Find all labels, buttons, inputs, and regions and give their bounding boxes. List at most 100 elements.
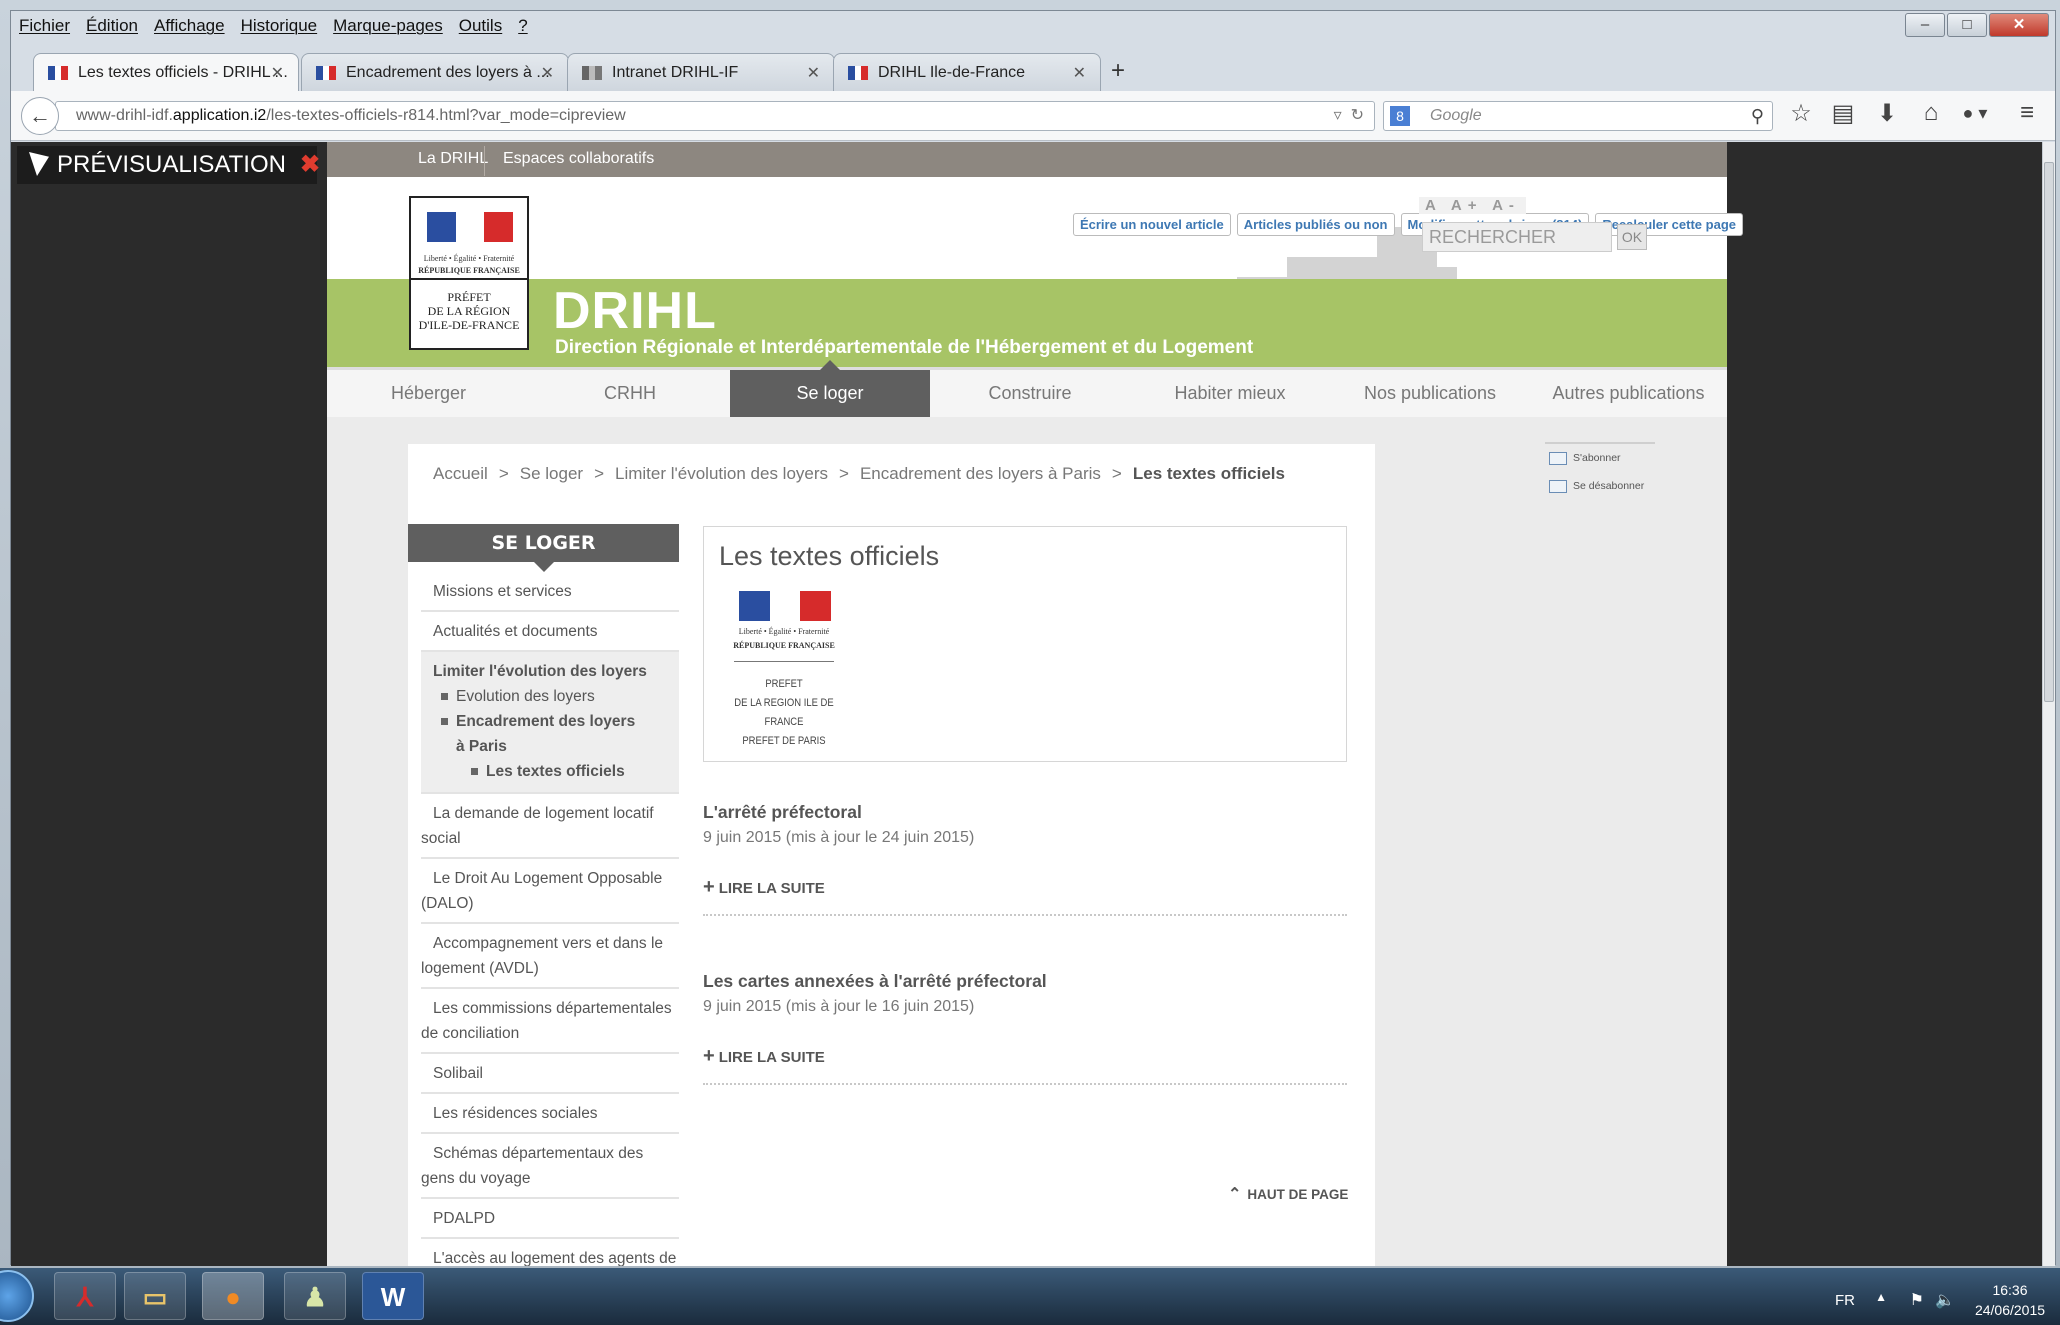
side-item-residences[interactable]: Les résidences sociales <box>421 1094 679 1134</box>
scrollbar-thumb[interactable] <box>2044 162 2054 702</box>
side-item-missions[interactable]: Missions et services <box>421 572 679 612</box>
menu-affichage[interactable]: Affichage <box>154 16 225 36</box>
menu-help[interactable]: ? <box>518 16 527 36</box>
write-article-button[interactable]: Écrire un nouvel article <box>1072 213 1231 236</box>
maximize-button[interactable]: □ <box>1947 13 1987 37</box>
start-button-icon[interactable] <box>0 1270 34 1322</box>
nav-crhh[interactable]: CRHH <box>530 370 730 417</box>
link-espaces-collaboratifs[interactable]: Espaces collaboratifs <box>503 150 654 168</box>
unsubscribe-link[interactable]: Se désabonner <box>1549 472 1659 500</box>
tab-close-icon[interactable]: ✕ <box>1073 63 1086 83</box>
search-bar[interactable]: 8 Google ⚲ <box>1383 101 1773 131</box>
back-arrow-icon[interactable]: ← <box>21 97 59 135</box>
clock[interactable]: 16:36 24/06/2015 <box>1970 1280 2050 1320</box>
menu-fichier[interactable]: Fichier <box>19 16 70 36</box>
menu-marque-pages[interactable]: Marque-pages <box>333 16 443 36</box>
nav-nos-publications[interactable]: Nos publications <box>1330 370 1530 417</box>
tab-label: Encadrement des loyers à ... <box>346 63 550 81</box>
nav-autres-publications[interactable]: Autres publications <box>1530 370 1727 417</box>
read-more-link[interactable]: + LIRE LA SUITE <box>703 876 825 899</box>
firefox-icon[interactable]: ● <box>202 1272 264 1320</box>
side-item-textes-officiels[interactable]: Les textes officiels <box>486 763 625 780</box>
link-la-drihl[interactable]: La DRIHL <box>418 150 488 168</box>
side-item-commissions[interactable]: Les commissions départementales de conci… <box>421 989 679 1054</box>
plus-icon: + <box>703 876 715 898</box>
clock-time: 16:36 <box>1992 1282 2028 1298</box>
tab-close-icon[interactable]: ✕ <box>271 63 284 83</box>
article-title[interactable]: L'arrêté préfectoral <box>703 802 1347 823</box>
side-item-actualites[interactable]: Actualités et documents <box>421 612 679 652</box>
download-icon[interactable]: ⬇ <box>1869 99 1905 128</box>
reload-icon[interactable]: ▿ ↻ <box>1334 102 1364 130</box>
bookmark-star-icon[interactable]: ☆ <box>1783 99 1819 128</box>
file-explorer-icon[interactable]: ▭ <box>124 1272 186 1320</box>
tab-label: Intranet DRIHL-IF <box>612 63 739 81</box>
side-item-pdalpd[interactable]: PDALPD <box>421 1199 679 1239</box>
new-tab-plus-icon[interactable]: + <box>1111 57 1125 85</box>
volume-icon[interactable]: 🔈 <box>1935 1290 1955 1310</box>
logo-republique: RÉPUBLIQUE FRANÇAISE <box>418 266 520 275</box>
nav-se-loger[interactable]: Se loger <box>730 360 930 417</box>
menu-historique[interactable]: Historique <box>241 16 318 36</box>
breadcrumb-encadrement[interactable]: Encadrement des loyers à Paris <box>860 464 1101 483</box>
side-item-limiter[interactable]: Limiter l'évolution des loyers <box>433 659 679 684</box>
read-more-link[interactable]: + LIRE LA SUITE <box>703 1045 825 1068</box>
breadcrumb-se-loger[interactable]: Se loger <box>520 464 583 483</box>
side-item-demande[interactable]: La demande de logement locatif social <box>421 794 679 859</box>
close-preview-icon[interactable]: ✖ <box>300 151 320 178</box>
tab-drihl-idf[interactable]: DRIHL Ile-de-France ✕ <box>833 53 1101 91</box>
subscribe-link[interactable]: S'abonner <box>1549 444 1659 472</box>
nav-construire[interactable]: Construire <box>930 370 1130 417</box>
nav-habiter-mieux[interactable]: Habiter mieux <box>1130 370 1330 417</box>
app-icon[interactable]: ♟ <box>284 1272 346 1320</box>
acrobat-icon[interactable]: ⅄ <box>54 1272 116 1320</box>
search-magnifier-icon[interactable]: ⚲ <box>1751 102 1764 130</box>
published-articles-button[interactable]: Articles publiés ou non <box>1236 213 1395 236</box>
home-icon[interactable]: ⌂ <box>1913 99 1949 127</box>
site-brand[interactable]: DRIHL <box>553 281 717 341</box>
side-item-dalo[interactable]: Le Droit Au Logement Opposable (DALO) <box>421 859 679 924</box>
logo-prefet-text: PRÉFET DE LA RÉGION D'ILE-DE-FRANCE <box>411 290 527 332</box>
menu-hamburger-icon[interactable]: ≡ <box>2009 99 2045 127</box>
site-search-ok-button[interactable]: OK <box>1617 224 1647 250</box>
bookmarks-list-icon[interactable]: ▤ <box>1825 99 1861 128</box>
breadcrumb-limiter[interactable]: Limiter l'évolution des loyers <box>615 464 828 483</box>
side-item-acces[interactable]: L'accès au logement des agents de <box>421 1239 679 1266</box>
adblock-icon[interactable]: ● ▾ <box>1957 103 1993 124</box>
side-item-schemas[interactable]: Schémas départementaux des gens du voyag… <box>421 1134 679 1199</box>
side-item-evolution[interactable]: Evolution des loyers <box>456 688 595 705</box>
close-window-button[interactable]: ✕ <box>1989 13 2049 37</box>
side-item-encadrement[interactable]: Encadrement des loyers à Paris <box>456 709 646 759</box>
back-to-top-link[interactable]: ⌃ HAUT DE PAGE <box>1228 1184 1348 1204</box>
unsubscribe-label: Se désabonner <box>1573 480 1645 492</box>
action-center-icon[interactable]: ⚑ <box>1910 1290 1924 1310</box>
minimize-button[interactable]: – <box>1905 13 1945 37</box>
breadcrumb-accueil[interactable]: Accueil <box>433 464 488 483</box>
tab-encadrement[interactable]: Encadrement des loyers à ... ✕ <box>301 53 569 91</box>
article-date: 9 juin 2015 (mis à jour le 16 juin 2015) <box>703 998 975 1015</box>
search-engine-icon[interactable]: 8 <box>1390 106 1410 126</box>
article-title[interactable]: Les cartes annexées à l'arrêté préfector… <box>703 971 1347 992</box>
breadcrumb-current: Les textes officiels <box>1132 464 1285 483</box>
word-icon[interactable]: W <box>362 1272 424 1320</box>
window-controls: – □ ✕ <box>1905 13 2049 37</box>
logo-motto: Liberté • Égalité • Fraternité <box>738 627 830 636</box>
site-search-input[interactable]: RECHERCHER <box>1422 222 1612 252</box>
tab-close-icon[interactable]: ✕ <box>541 63 554 83</box>
nav-heberger[interactable]: Héberger <box>327 370 530 417</box>
font-size-controls[interactable]: A A+ A- <box>1419 197 1526 214</box>
tab-textes-officiels[interactable]: Les textes officiels - DRIHL ... ✕ <box>33 53 299 91</box>
vertical-scrollbar[interactable] <box>2042 142 2055 1266</box>
tab-close-icon[interactable]: ✕ <box>807 63 820 83</box>
logo-prefet-line: D'ILE-DE-FRANCE <box>418 318 520 332</box>
show-hidden-icons-icon[interactable]: ▲ <box>1875 1290 1887 1304</box>
side-menu-title: SE LOGER <box>408 524 679 572</box>
side-item-avdl[interactable]: Accompagnement vers et dans le logement … <box>421 924 679 989</box>
menu-edition[interactable]: Édition <box>86 16 138 36</box>
menu-outils[interactable]: Outils <box>459 16 502 36</box>
side-item-solibail[interactable]: Solibail <box>421 1054 679 1094</box>
back-to-top-label: HAUT DE PAGE <box>1247 1187 1349 1202</box>
address-bar[interactable]: www-drihl-idf.application.i2/les-textes-… <box>55 101 1375 131</box>
tab-intranet[interactable]: Intranet DRIHL-IF ✕ <box>567 53 835 91</box>
language-indicator[interactable]: FR <box>1835 1292 1855 1309</box>
